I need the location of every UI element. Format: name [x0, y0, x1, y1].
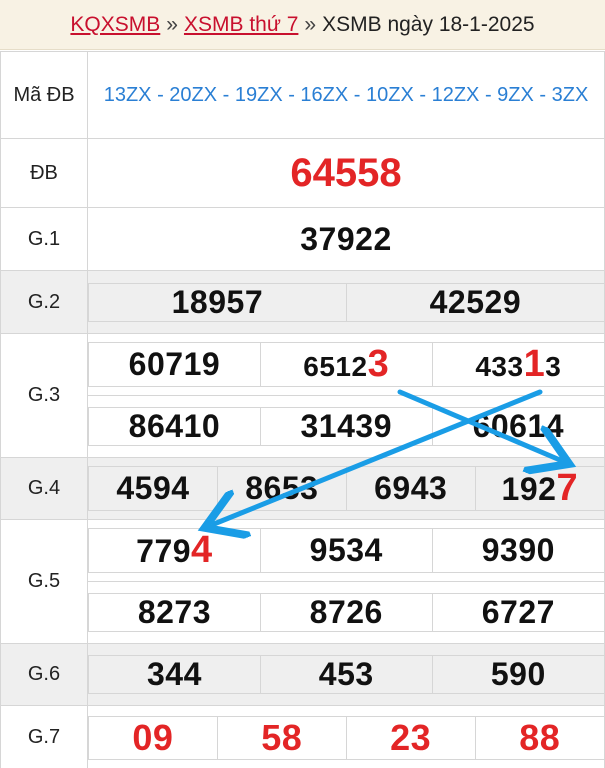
g7-number: 23: [390, 716, 432, 758]
row-g5-2: 8273 8726 6727: [1, 581, 605, 644]
special-codes-cell: 13ZX - 20ZX - 19ZX - 16ZX - 10ZX - 12ZX …: [87, 51, 605, 139]
special-prize-number: 64558: [290, 150, 402, 195]
row-g3-2: 86410 31439 60614: [1, 395, 605, 458]
g3-digits: 6512: [303, 351, 368, 382]
g1-number: 37922: [300, 220, 392, 257]
breadcrumb-section-link[interactable]: XSMB thứ 7: [184, 13, 298, 37]
breadcrumb-current: XSMB ngày 18-1-2025: [322, 12, 535, 36]
label-g5: G.5: [0, 519, 88, 644]
special-prize-cell: 64558: [87, 138, 605, 208]
g4-digits: 192: [501, 471, 557, 507]
label-db: ĐB: [0, 138, 88, 208]
g5-number: 8726: [309, 594, 383, 631]
row-g3-1: G.3 60719 65123 43313: [0, 333, 605, 458]
label-ma-db: Mã ĐB: [0, 51, 88, 139]
g4-number: 1927: [501, 468, 579, 510]
special-codes: 13ZX - 20ZX - 19ZX - 16ZX - 10ZX - 12ZX …: [103, 84, 589, 106]
g6-number: 344: [146, 656, 202, 693]
g5-number: 6727: [481, 594, 555, 631]
g3-number: 65123: [303, 344, 389, 386]
g5-row2-cell: 8273 8726 6727: [87, 581, 605, 644]
g7-number: 88: [519, 716, 561, 758]
g5-digits: 779: [136, 533, 192, 569]
label-g6: G.6: [0, 643, 88, 706]
g3-row2-cell: 86410 31439 60614: [87, 395, 605, 458]
g2-number: 18957: [171, 283, 264, 320]
g5-number: 9390: [481, 532, 555, 568]
g1-cell: 37922: [87, 207, 605, 271]
row-g5-1: G.5 7794 9534 9390: [0, 519, 605, 644]
g4-number: 4594: [116, 470, 190, 506]
highlight-digit: 1: [523, 343, 546, 386]
row-ma-db: Mã ĐB 13ZX - 20ZX - 19ZX - 16ZX - 10ZX -…: [0, 51, 605, 139]
g5-number: 8273: [137, 594, 211, 631]
g7-number: 58: [261, 716, 303, 758]
breadcrumb-separator: »: [166, 12, 178, 36]
g5-number: 9534: [309, 532, 383, 568]
g6-number: 453: [318, 656, 374, 693]
g3-digits: 3: [545, 351, 562, 382]
g3-number: 31439: [300, 408, 392, 445]
g3-number: 60614: [472, 408, 565, 445]
row-g1: G.1 37922: [0, 207, 605, 271]
g2-cell: 18957 42529: [87, 270, 605, 334]
breadcrumb-home-link[interactable]: KQXSMB: [70, 13, 160, 37]
g3-row1-cell: 60719 65123 43313: [87, 333, 605, 396]
row-g6: G.6 344 453 590: [0, 643, 605, 706]
g3-number: 60719: [128, 346, 221, 382]
g6-cell: 344 453 590: [87, 643, 605, 706]
highlight-digit: 7: [556, 467, 579, 510]
highlight-digit: 3: [367, 343, 390, 386]
row-g7: G.7 09 58 23 88: [0, 705, 605, 768]
breadcrumb-separator: »: [304, 12, 317, 36]
row-g2: G.2 18957 42529: [0, 270, 605, 334]
g7-number: 09: [132, 716, 174, 758]
g2-number: 42529: [429, 283, 522, 320]
row-g4: G.4 4594 8653 6943 1927: [0, 457, 605, 520]
breadcrumb: KQXSMB » XSMB thứ 7 » XSMB ngày 18-1-202…: [0, 0, 605, 50]
g4-number: 6943: [374, 470, 448, 506]
g7-cell: 09 58 23 88: [87, 705, 605, 768]
row-db: ĐB 64558: [0, 138, 605, 208]
highlight-digit: 4: [191, 529, 213, 572]
g5-number: 7794: [136, 530, 213, 572]
g3-number: 43313: [475, 344, 562, 386]
results-table: Mã ĐB 13ZX - 20ZX - 19ZX - 16ZX - 10ZX -…: [0, 51, 605, 768]
g3-digits: 433: [475, 351, 524, 382]
label-g7: G.7: [0, 705, 88, 768]
g5-row1-cell: 7794 9534 9390: [87, 519, 605, 582]
label-g2: G.2: [0, 270, 88, 334]
g4-number: 8653: [245, 470, 319, 506]
g6-number: 590: [490, 656, 546, 693]
label-g1: G.1: [0, 207, 88, 271]
g3-number: 86410: [128, 408, 221, 445]
label-g3: G.3: [0, 333, 88, 458]
g4-cell: 4594 8653 6943 1927: [87, 457, 605, 520]
label-g4: G.4: [0, 457, 88, 520]
